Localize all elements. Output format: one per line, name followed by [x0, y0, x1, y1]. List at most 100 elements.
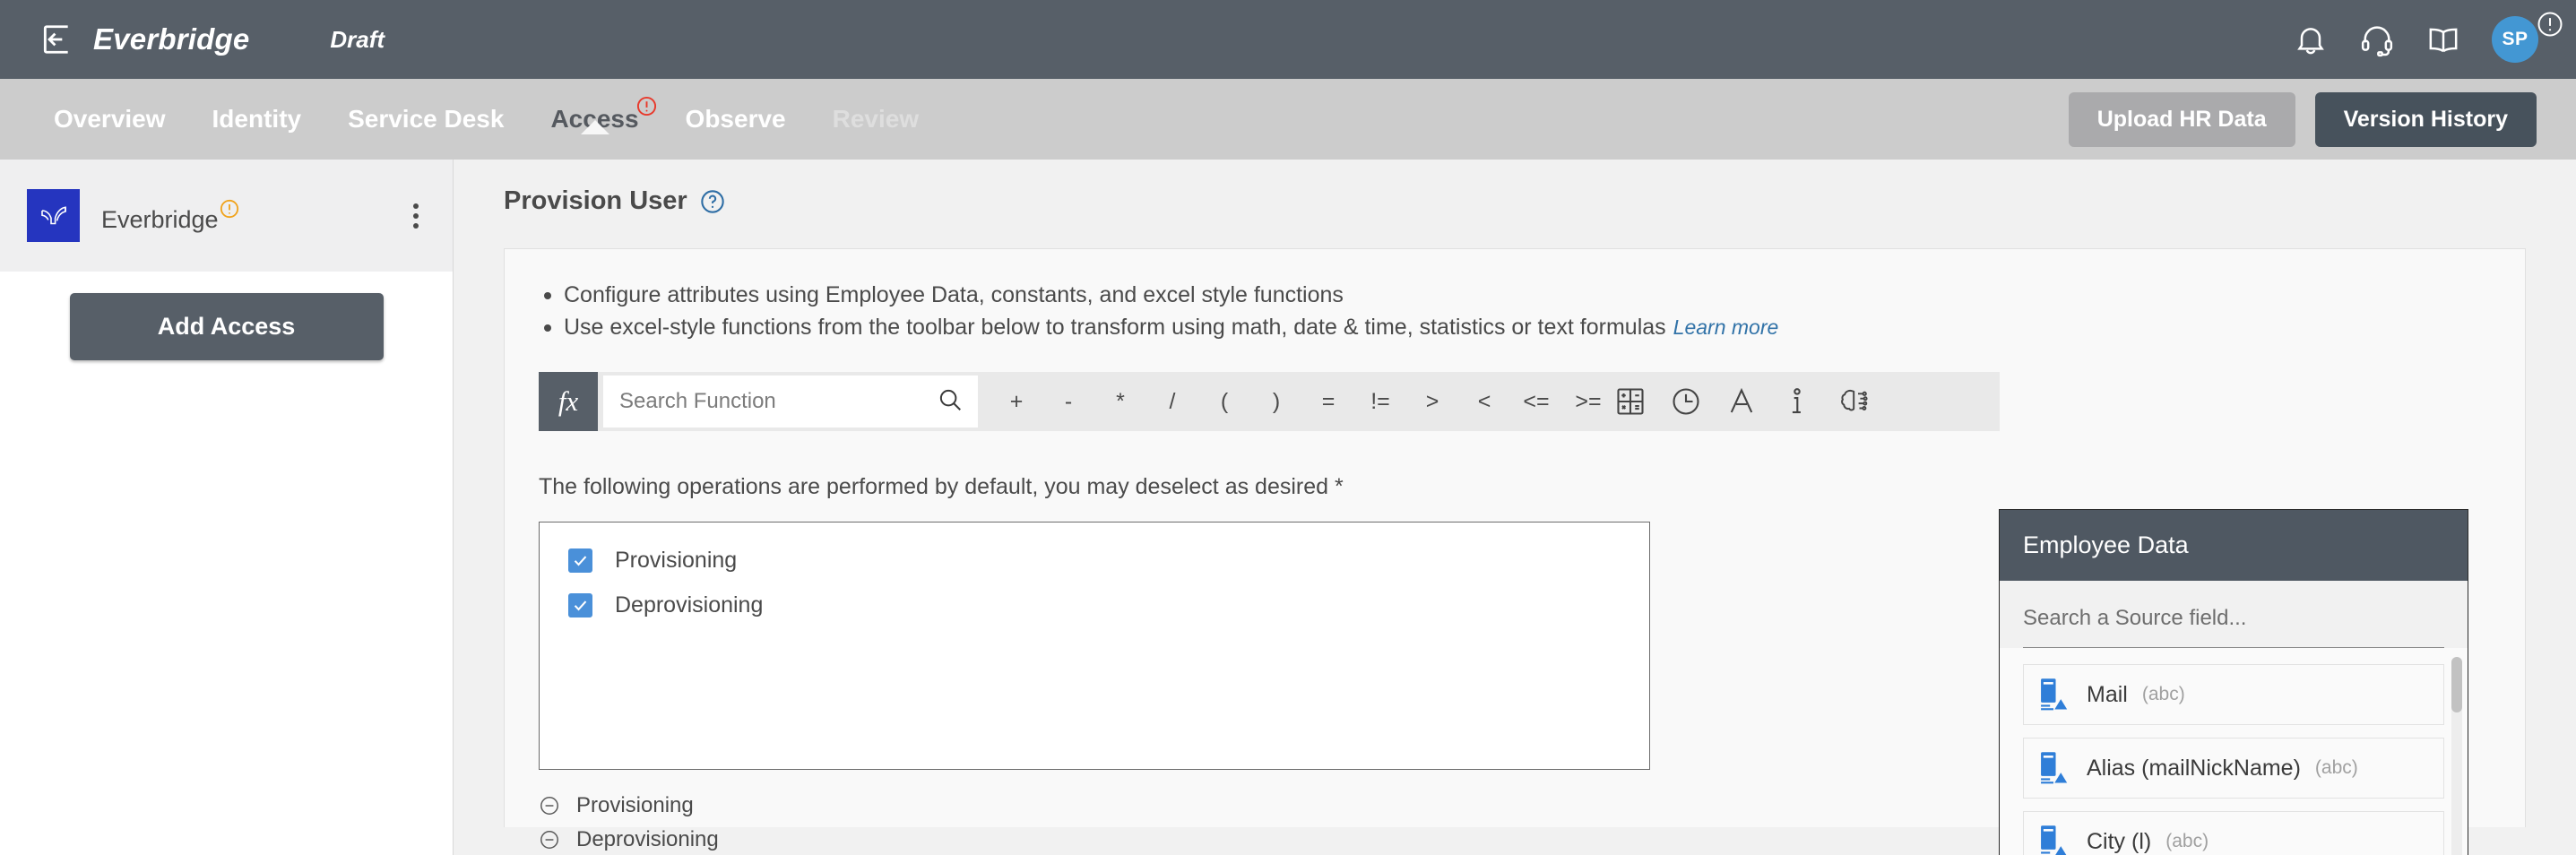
source-field-icon [2038, 825, 2069, 855]
sidebar-app-name: Everbridge [101, 197, 239, 234]
formula-toolbar: fx + - * / ( ) = != [539, 372, 2000, 431]
field-label: Alias (mailNickName) [2087, 755, 2301, 781]
list-item[interactable]: Mail (abc) [2023, 664, 2444, 725]
left-sidebar: Everbridge Add Access [0, 160, 454, 855]
page-title-row: Provision User [504, 186, 2526, 216]
nav-item-service-desk[interactable]: Service Desk [324, 105, 527, 134]
employee-data-search-wrapper [2000, 581, 2468, 648]
minus-circle-icon[interactable] [539, 829, 560, 851]
nav-actions: Upload HR Data Version History [2068, 91, 2537, 147]
nav-item-observe[interactable]: Observe [662, 105, 809, 134]
collapse-label: Provisioning [576, 793, 694, 817]
field-label: City (l) [2087, 828, 2152, 854]
warning-circle-icon [220, 197, 239, 219]
clock-date-time-icon[interactable] [1670, 385, 1702, 418]
exclamation-circle-icon[interactable] [2537, 11, 2563, 38]
minus-circle-icon[interactable] [539, 795, 560, 816]
book-icon[interactable] [2425, 22, 2461, 57]
more-vertical-icon[interactable] [408, 198, 424, 234]
operation-label: Provisioning [615, 548, 738, 573]
top-actions: SP [2293, 16, 2538, 63]
calculator-math-icon[interactable] [1614, 385, 1647, 418]
sidebar-app-label: Everbridge [101, 206, 219, 233]
nav-item-access[interactable]: Access [527, 96, 661, 134]
headset-icon[interactable] [2359, 22, 2395, 57]
field-type: (abc) [2314, 757, 2358, 778]
employee-list-scrollbar[interactable] [2451, 657, 2462, 855]
page-title: Provision User [504, 186, 687, 215]
operator-plus[interactable]: + [990, 389, 1042, 415]
operator-multiply[interactable]: * [1094, 389, 1146, 415]
operation-row-deprovisioning[interactable]: Deprovisioning [568, 592, 1649, 618]
operator-paren-close[interactable]: ) [1250, 389, 1302, 415]
list-item[interactable]: Alias (mailNickName) (abc) [2023, 738, 2444, 799]
operator-less-equal[interactable]: <= [1510, 389, 1562, 415]
add-access-button[interactable]: Add Access [69, 293, 384, 360]
list-item[interactable]: City (l) (abc) [2023, 811, 2444, 855]
content-area: Everbridge Add Access Provision User Con… [0, 160, 2576, 855]
operator-divide[interactable]: / [1146, 389, 1198, 415]
nav-items: Overview Identity Service Desk Access Ob… [39, 96, 943, 134]
operations-label: The following operations are performed b… [539, 474, 1344, 499]
top-header-bar: Everbridge Draft SP [0, 0, 2576, 79]
search-icon[interactable] [937, 386, 964, 418]
field-label: Mail [2087, 681, 2128, 707]
learn-more-link[interactable]: Learn more [1673, 315, 1779, 339]
active-tab-caret [580, 120, 609, 134]
field-type: (abc) [2165, 831, 2209, 851]
employee-data-panel: Employee Data M [1999, 509, 2468, 855]
bell-icon[interactable] [2293, 22, 2329, 57]
collapse-label: Deprovisioning [576, 827, 719, 851]
primary-nav-bar: Overview Identity Service Desk Access Ob… [0, 79, 2576, 160]
error-badge-icon [636, 94, 657, 117]
nav-item-identity[interactable]: Identity [189, 105, 325, 134]
operator-buttons: + - * / ( ) = != > < <= >= [978, 372, 2000, 431]
instruction-text: Configure attributes using Employee Data… [564, 282, 1344, 307]
source-field-icon [2038, 678, 2069, 712]
avatar[interactable]: SP [2492, 16, 2538, 63]
nav-item-overview[interactable]: Overview [39, 105, 189, 134]
checkbox-deprovisioning[interactable] [568, 593, 592, 618]
nav-item-review[interactable]: Review [809, 105, 943, 134]
operator-greater-equal[interactable]: >= [1562, 389, 1614, 415]
checkbox-provisioning[interactable] [568, 548, 592, 573]
everbridge-logo-icon [27, 189, 80, 242]
nav-label: Identity [212, 105, 302, 133]
operator-not-equals[interactable]: != [1354, 389, 1406, 415]
version-history-button[interactable]: Version History [2314, 91, 2537, 147]
back-arrow-icon[interactable] [39, 22, 73, 56]
nav-label: Observe [685, 105, 786, 133]
employee-data-field-list: Mail (abc) Alias (mailNickName) (abc) Ci… [2000, 648, 2468, 855]
info-statistics-icon[interactable] [1781, 385, 1813, 418]
employee-data-title: Employee Data [2000, 510, 2468, 581]
question-circle-icon[interactable] [700, 189, 725, 214]
letter-a-text-icon[interactable] [1725, 385, 1758, 418]
formula-category-icons [1614, 385, 1885, 418]
instruction-item: Use excel-style functions from the toolb… [539, 312, 2491, 344]
draft-status-label: Draft [330, 25, 385, 53]
fx-button[interactable]: fx [539, 372, 598, 431]
brand-title: Everbridge [93, 22, 250, 56]
operator-paren-open[interactable]: ( [1198, 389, 1250, 415]
nav-label: Overview [54, 105, 166, 133]
instruction-item: Configure attributes using Employee Data… [539, 280, 2491, 312]
operator-equals[interactable]: = [1302, 389, 1354, 415]
operator-greater[interactable]: > [1406, 389, 1458, 415]
operator-less[interactable]: < [1458, 389, 1510, 415]
search-function-wrapper [603, 376, 978, 428]
source-field-search-input[interactable] [2023, 606, 2444, 648]
field-type: (abc) [2141, 684, 2185, 704]
nav-label: Service Desk [348, 105, 505, 133]
brand-group: Everbridge Draft [39, 22, 385, 56]
brain-ai-icon[interactable] [1837, 385, 1869, 418]
source-field-icon [2038, 751, 2069, 785]
upload-hr-data-button[interactable]: Upload HR Data [2068, 91, 2295, 147]
scrollbar-thumb[interactable] [2451, 657, 2462, 712]
operation-row-provisioning[interactable]: Provisioning [568, 548, 1649, 574]
instructions-list: Configure attributes using Employee Data… [539, 280, 2491, 343]
operator-minus[interactable]: - [1042, 389, 1094, 415]
sidebar-app-row[interactable]: Everbridge [0, 160, 453, 272]
sidebar-body: Add Access [0, 272, 453, 360]
instruction-text: Use excel-style functions from the toolb… [564, 314, 1666, 340]
search-function-input[interactable] [619, 389, 937, 414]
